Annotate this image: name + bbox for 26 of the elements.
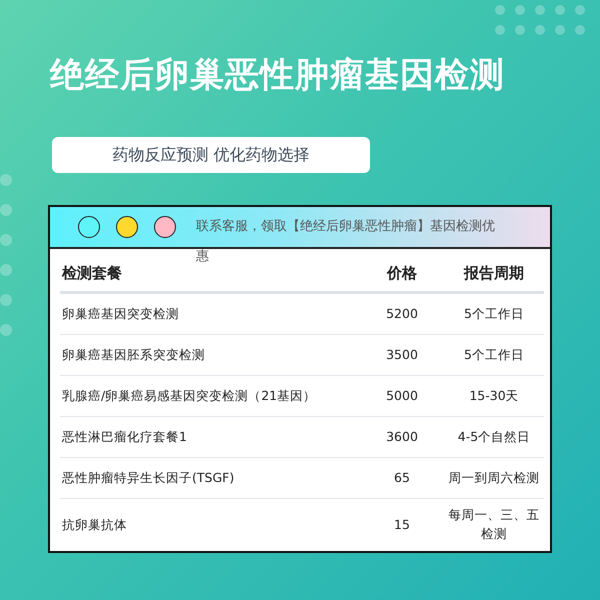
table-cell-text: 5200 xyxy=(385,304,419,323)
table-cell-text: 15 xyxy=(393,516,411,534)
circle-icon xyxy=(154,216,176,238)
subtitle-banner: 药物反应预测 优化药物选择 xyxy=(52,137,370,173)
column-header: 报告周期 xyxy=(462,262,525,284)
table-cell-text: 每周一、三、五检测 xyxy=(448,506,540,543)
table-cell-text: 5个工作日 xyxy=(463,346,525,364)
table-cell-text: 5个工作日 xyxy=(463,304,525,323)
table-cell-text: 恶性肿瘤特异生长因子(TSGF) xyxy=(61,468,236,487)
table-cell-text: 3600 xyxy=(385,428,419,446)
table-cell-text: 15-30天 xyxy=(468,386,520,405)
table-cell-text: 抗卵巢抗体 xyxy=(61,516,128,534)
table-cell-text: 乳腺癌/卵巢癌易感基因突变检测（21基因） xyxy=(61,386,318,405)
circle-icon xyxy=(116,216,138,238)
page-title: 绝经后卵巢恶性肿瘤基因检测 xyxy=(50,54,506,97)
table-cell-text: 恶性淋巴瘤化疗套餐1 xyxy=(61,428,188,446)
table-cell-text: 5000 xyxy=(385,386,419,405)
column-header: 价格 xyxy=(386,262,418,284)
circle-icon xyxy=(78,216,100,238)
table-cell-text: 4-5个自然日 xyxy=(456,428,532,446)
table-cell-text: 65 xyxy=(393,468,411,487)
table-cell-text: 卵巢癌基因胚系突变检测 xyxy=(61,346,206,364)
notice-text: 联系客服，领取【绝经后卵巢恶性肿瘤】基因检测优惠 xyxy=(196,218,496,265)
table-cell-text: 周一到周六检测 xyxy=(448,468,540,487)
table-cell-text: 3500 xyxy=(385,346,419,364)
table-cell-text: 卵巢癌基因突变检测 xyxy=(61,304,180,323)
